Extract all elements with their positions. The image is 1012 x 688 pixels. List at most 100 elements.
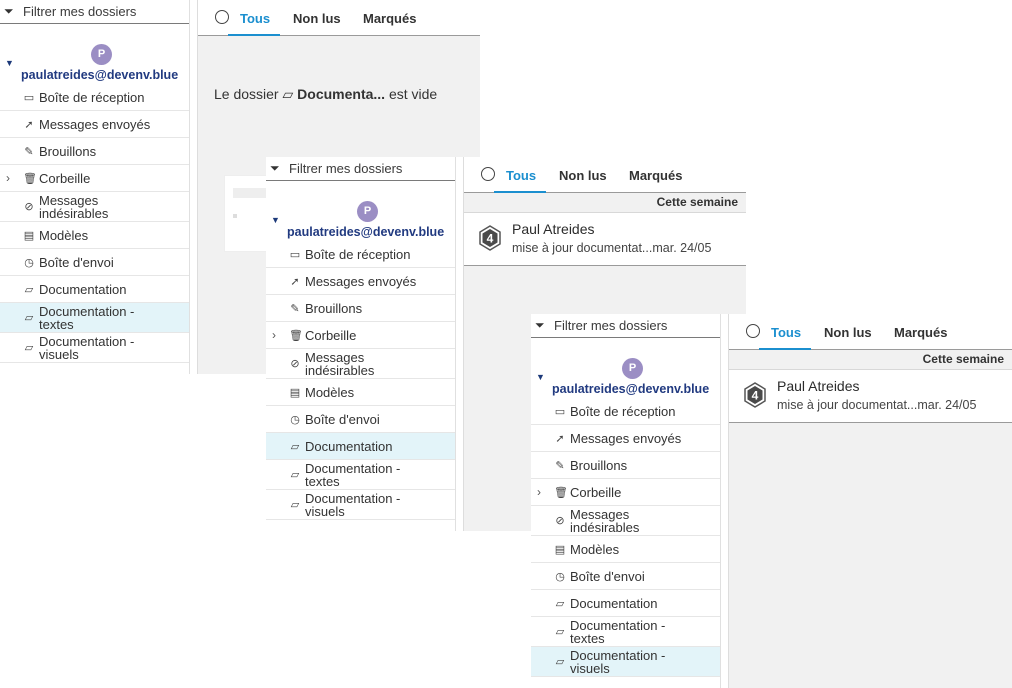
- folder-documentation[interactable]: ▱ Documentation: [266, 433, 455, 460]
- group-header: Cette semaine: [729, 350, 1012, 370]
- clock-icon: ◷: [290, 413, 300, 426]
- folder-icon: ▱: [24, 283, 34, 296]
- folder-panel: ⏷ Filtrer mes dossiers P ▼ paulatreides@…: [531, 314, 721, 688]
- chevron-right-icon[interactable]: ›: [537, 485, 541, 499]
- folder-icon: ▱: [24, 342, 34, 354]
- trash-icon: 🗑: [554, 486, 568, 499]
- tab-unread[interactable]: Non lus: [559, 168, 607, 183]
- mail-window-3: ⏷ Filtrer mes dossiers P ▼ paulatreides@…: [531, 314, 1012, 688]
- folder-drafts[interactable]: ✎ Brouillons: [266, 295, 455, 322]
- tab-all[interactable]: Tous: [240, 11, 270, 26]
- list-item[interactable]: 4 Paul Atreides mise à jour documentat..…: [464, 213, 746, 266]
- folder-spam[interactable]: ⊘ Messages indésirables: [266, 349, 455, 379]
- tab-underline: [228, 34, 280, 36]
- folder-icon: ▱: [555, 597, 565, 610]
- folder-spam[interactable]: ⊘ Messages indésirables: [0, 192, 189, 222]
- select-all-radio[interactable]: [215, 10, 229, 24]
- tab-all[interactable]: Tous: [771, 325, 801, 340]
- folder-drafts[interactable]: ✎ Brouillons: [0, 138, 189, 165]
- folder-icon: ▱: [290, 469, 300, 481]
- inbox-icon: ▭: [23, 91, 35, 104]
- tab-unread[interactable]: Non lus: [293, 11, 341, 26]
- folder-documentation-visuels[interactable]: ▱ Documentation - visuels: [266, 490, 455, 520]
- folder-filter[interactable]: ⏷ Filtrer mes dossiers: [0, 0, 189, 24]
- avatar: P: [91, 44, 112, 65]
- folder-trash[interactable]: › 🗑 Corbeille: [0, 165, 189, 192]
- svg-text:4: 4: [752, 389, 759, 403]
- folder-inbox[interactable]: ▭ Boîte de réception: [531, 398, 720, 425]
- folder-documentation[interactable]: ▱ Documentation: [531, 590, 720, 617]
- account-header[interactable]: P ▼ paulatreides@devenv.blue: [531, 338, 720, 398]
- account-email: paulatreides@devenv.blue: [21, 68, 179, 82]
- folder-panel: ⏷ Filtrer mes dossiers P ▼ paulatreides@…: [266, 157, 456, 531]
- folder-icon: ▱: [290, 440, 300, 453]
- folder-filter[interactable]: ⏷ Filtrer mes dossiers: [531, 314, 720, 338]
- caret-down-icon[interactable]: ▼: [271, 215, 280, 225]
- group-header: Cette semaine: [464, 193, 746, 213]
- clock-icon: ◷: [24, 256, 34, 269]
- tab-underline: [494, 191, 546, 193]
- folder-filter[interactable]: ⏷ Filtrer mes dossiers: [266, 157, 455, 181]
- folder-templates[interactable]: ▤ Modèles: [0, 222, 189, 249]
- folder-sent[interactable]: ➚ Messages envoyés: [531, 425, 720, 452]
- message-sender: Paul Atreides: [512, 221, 595, 237]
- folder-icon: ▱: [555, 626, 565, 638]
- inbox-icon: ▭: [554, 405, 566, 418]
- caret-down-icon[interactable]: ▼: [536, 372, 545, 382]
- folder-icon: ▱: [290, 499, 300, 511]
- empty-folder-message: Le dossier ▱ Documenta... est vide: [214, 86, 438, 102]
- message-snippet: mise à jour documentat...mar. 24/05: [512, 241, 712, 255]
- trash-icon: 🗑: [289, 329, 303, 342]
- account-email: paulatreides@devenv.blue: [287, 225, 445, 239]
- folder-outbox[interactable]: ◷ Boîte d'envoi: [266, 406, 455, 433]
- account-header[interactable]: P ▼ paulatreides@devenv.blue: [266, 181, 455, 241]
- templates-icon: ▤: [23, 229, 35, 242]
- chevron-right-icon[interactable]: ›: [6, 171, 10, 185]
- filter-label: Filtrer mes dossiers: [554, 318, 668, 333]
- account-header[interactable]: P ▼ paulatreides@devenv.blue: [0, 24, 189, 84]
- tab-unread[interactable]: Non lus: [824, 325, 872, 340]
- folder-outbox[interactable]: ◷ Boîte d'envoi: [531, 563, 720, 590]
- folder-sent[interactable]: ➚ Messages envoyés: [0, 111, 189, 138]
- select-all-radio[interactable]: [481, 167, 495, 181]
- list-item[interactable]: 4 Paul Atreides mise à jour documentat..…: [729, 370, 1012, 423]
- folder-spam[interactable]: ⊘ Messages indésirables: [531, 506, 720, 536]
- priority-badge-icon: 4: [744, 382, 766, 408]
- inbox-icon: ▭: [289, 248, 301, 261]
- chevron-right-icon[interactable]: ›: [272, 328, 276, 342]
- send-icon: ➚: [24, 118, 34, 131]
- filter-tabs: Tous Non lus Marqués: [729, 314, 1012, 350]
- folder-documentation-visuels[interactable]: ▱ Documentation - visuels: [0, 333, 189, 363]
- tab-flagged[interactable]: Marqués: [629, 168, 682, 183]
- caret-down-icon[interactable]: ▼: [5, 58, 14, 68]
- priority-badge-icon: 4: [479, 225, 501, 251]
- folder-trash[interactable]: › 🗑 Corbeille: [266, 322, 455, 349]
- folder-documentation-textes[interactable]: ▱ Documentation - textes: [0, 303, 189, 333]
- tab-flagged[interactable]: Marqués: [363, 11, 416, 26]
- folder-trash[interactable]: › 🗑 Corbeille: [531, 479, 720, 506]
- folder-templates[interactable]: ▤ Modèles: [531, 536, 720, 563]
- folder-documentation-textes[interactable]: ▱ Documentation - textes: [266, 460, 455, 490]
- templates-icon: ▤: [289, 386, 301, 399]
- tab-all[interactable]: Tous: [506, 168, 536, 183]
- folder-icon: ▱: [555, 656, 565, 668]
- folder-outbox[interactable]: ◷ Boîte d'envoi: [0, 249, 189, 276]
- folder-drafts[interactable]: ✎ Brouillons: [531, 452, 720, 479]
- folder-documentation-textes[interactable]: ▱ Documentation - textes: [531, 617, 720, 647]
- folder-sent[interactable]: ➚ Messages envoyés: [266, 268, 455, 295]
- folder-documentation-visuels[interactable]: ▱ Documentation - visuels: [531, 647, 720, 677]
- folder-documentation[interactable]: ▱ Documentation: [0, 276, 189, 303]
- tab-flagged[interactable]: Marqués: [894, 325, 947, 340]
- pencil-icon: ✎: [555, 459, 565, 472]
- select-all-radio[interactable]: [746, 324, 760, 338]
- clock-icon: ◷: [555, 570, 565, 583]
- filter-icon: ⏷: [270, 161, 280, 175]
- message-list-pane: Tous Non lus Marqués Cette semaine 4 Pau…: [728, 314, 1012, 688]
- tab-underline: [759, 348, 811, 350]
- folder-templates[interactable]: ▤ Modèles: [266, 379, 455, 406]
- filter-icon: ⏷: [535, 318, 545, 332]
- send-icon: ➚: [290, 275, 300, 288]
- folder-inbox[interactable]: ▭ Boîte de réception: [266, 241, 455, 268]
- svg-text:4: 4: [487, 232, 494, 246]
- folder-inbox[interactable]: ▭ Boîte de réception: [0, 84, 189, 111]
